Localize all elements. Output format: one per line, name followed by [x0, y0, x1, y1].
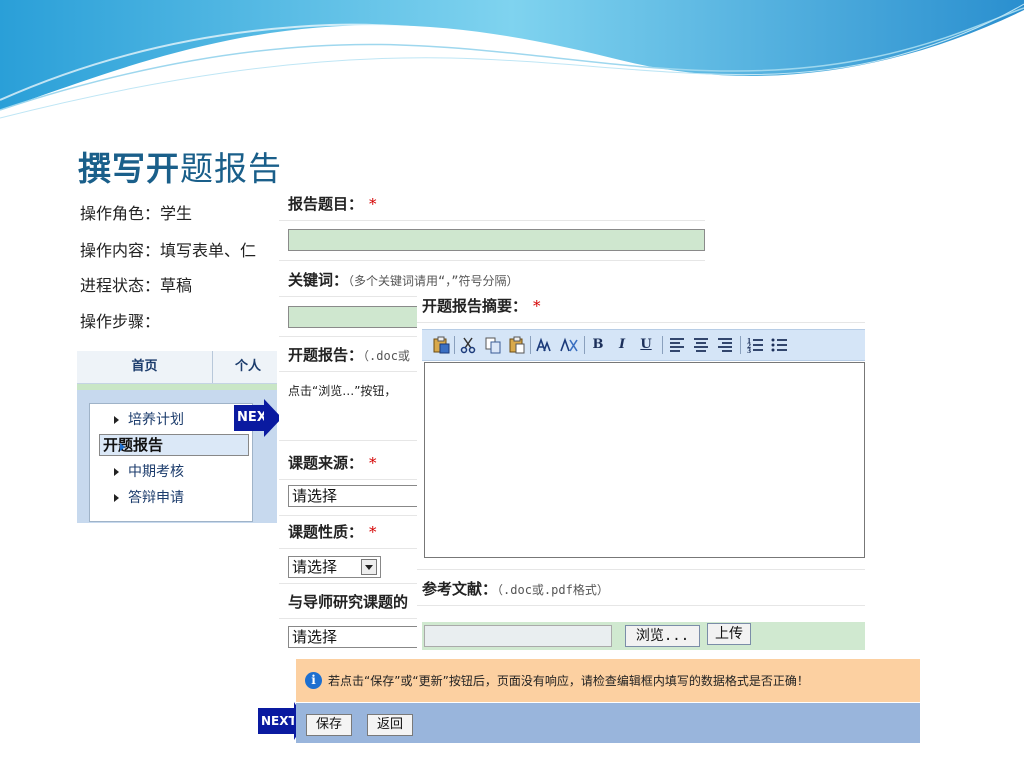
cut-icon[interactable] — [460, 336, 476, 354]
sidebar-item-opening-report[interactable]: 开题报告 — [99, 434, 249, 456]
reference-label: 参考文献：（.doc或.pdf格式） — [422, 580, 609, 598]
warning-text: 若点击“保存”或“更新”按钮后，页面没有响应，请检查编辑框内填写的数据格式是否正… — [328, 674, 809, 688]
upload-note: 点击“浏览…”按钮， — [288, 384, 397, 398]
abstract-panel: 开题报告摘要： * B I U 123 参考文献：（.doc或.pdf格式） 浏览… — [417, 287, 865, 652]
next-arrow-label: NEXT — [258, 708, 297, 734]
save-button[interactable]: 保存 — [306, 714, 352, 736]
back-button[interactable]: 返回 — [367, 714, 413, 736]
nature-select[interactable]: 请选择 — [288, 556, 381, 578]
nature-label: 课题性质： * — [288, 523, 377, 541]
ordered-list-icon[interactable]: 123 — [746, 336, 764, 355]
divider — [417, 322, 865, 323]
toolbar-separator — [662, 336, 663, 354]
svg-text:3: 3 — [747, 348, 751, 354]
browse-button[interactable]: 浏览... — [625, 625, 700, 647]
relation-label: 与导师研究课题的 — [288, 593, 409, 611]
copy-icon[interactable] — [484, 336, 502, 354]
relation-select[interactable]: 请选择 — [288, 626, 418, 648]
nav-green-bar — [77, 384, 277, 390]
toolbar-separator — [530, 336, 531, 354]
info-content: 操作内容：填写表单、仁 — [80, 241, 257, 260]
divider — [417, 569, 865, 570]
sidebar-item-label: 培养计划 — [128, 412, 184, 428]
align-left-icon[interactable] — [668, 336, 686, 354]
tab-personal[interactable]: 个人 — [235, 351, 275, 383]
info-icon: i — [305, 672, 322, 689]
next-arrow-icon: NEX — [234, 399, 282, 439]
source-select[interactable]: 请选择 — [288, 485, 418, 507]
upload-button[interactable]: 上传 — [707, 623, 751, 645]
toolbar-separator — [454, 336, 455, 354]
keywords-input[interactable] — [288, 306, 418, 328]
divider — [279, 260, 705, 261]
editor-toolbar: B I U 123 — [422, 329, 865, 361]
toolbar-separator — [740, 336, 741, 354]
info-role: 操作角色：学生 — [80, 204, 193, 223]
divider — [417, 605, 865, 606]
paste-icon[interactable] — [508, 336, 526, 354]
arrow-right-icon — [120, 443, 125, 451]
nature-select-value: 请选择 — [292, 558, 338, 576]
paste-word-icon[interactable] — [432, 336, 450, 354]
warning-bar: i 若点击“保存”或“更新”按钮后，页面没有响应，请检查编辑框内填写的数据格式是… — [296, 659, 920, 702]
italic-button[interactable]: I — [614, 336, 630, 354]
sidebar-item-defense[interactable]: 答辩申请 — [94, 486, 244, 510]
report-title-label: 报告题目： * — [288, 195, 377, 213]
find-icon[interactable] — [535, 336, 553, 354]
abstract-label: 开题报告摘要： * — [422, 297, 541, 315]
arrow-right-icon — [114, 468, 119, 476]
opening-report-label: 开题报告：（.doc或 — [288, 346, 410, 364]
align-right-icon[interactable] — [716, 336, 734, 354]
nav-tabs: 首页 个人 — [77, 351, 277, 384]
sidebar-item-label: 中期考核 — [128, 464, 184, 480]
page-title: 撰写开题报告 — [78, 149, 282, 188]
action-bar: 保存 返回 — [296, 703, 920, 743]
sidebar-item-midterm[interactable]: 中期考核 — [94, 460, 244, 484]
header-wave-decoration — [0, 0, 1024, 119]
divider — [279, 220, 705, 221]
next-arrow-label: NEX — [234, 405, 267, 431]
arrow-right-icon — [114, 494, 119, 502]
reference-file-input[interactable] — [424, 625, 612, 647]
report-title-input[interactable] — [288, 229, 705, 251]
toolbar-separator — [584, 336, 585, 354]
tab-home[interactable]: 首页 — [77, 351, 213, 383]
replace-icon[interactable] — [559, 336, 579, 354]
unordered-list-icon[interactable] — [770, 336, 788, 354]
arrow-right-icon — [114, 416, 119, 424]
chevron-down-icon[interactable] — [361, 559, 377, 575]
reference-upload-bar: 浏览... 上传 — [422, 622, 865, 650]
sidebar-menu: 培养计划 开题报告 中期考核 答辩申请 — [89, 403, 253, 522]
bold-button[interactable]: B — [590, 336, 606, 354]
abstract-editor[interactable] — [424, 362, 865, 558]
sidebar-item-label: 答辩申请 — [128, 490, 184, 506]
source-label: 课题来源： * — [288, 454, 377, 472]
info-status: 进程状态：草稿 — [80, 276, 193, 295]
sidebar-item-training-plan[interactable]: 培养计划 — [94, 408, 244, 432]
info-steps: 操作步骤： — [80, 312, 161, 331]
underline-button[interactable]: U — [638, 336, 654, 354]
sidebar-item-label: 开题报告 — [103, 436, 164, 454]
align-center-icon[interactable] — [692, 336, 710, 354]
